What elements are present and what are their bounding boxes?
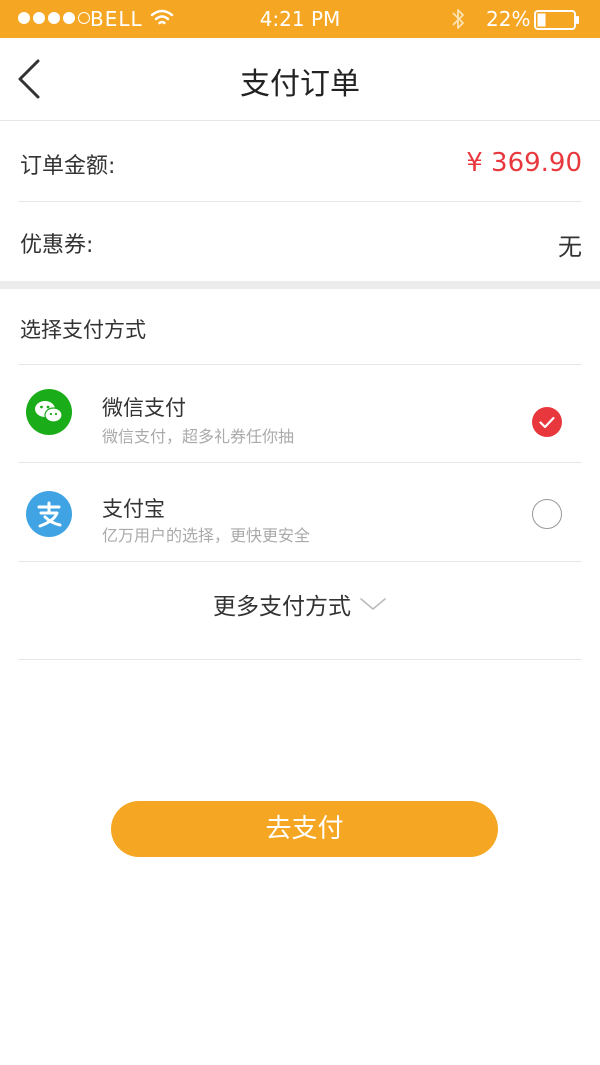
payment-name: 微信支付	[102, 396, 186, 420]
more-payment-methods-button[interactable]: 更多支付方式	[0, 587, 600, 621]
order-amount-label: 订单金额:	[20, 154, 116, 179]
order-amount-row: 订单金额: ¥ 369.90	[18, 122, 582, 202]
page-title: 支付订单	[240, 67, 360, 102]
nav-bar: 支付订单	[0, 38, 600, 121]
coupon-label: 优惠券:	[20, 233, 94, 258]
order-amount-value: ¥ 369.90	[466, 148, 582, 178]
payment-option-alipay[interactable]: 支付宝 亿万用户的选择，更快更安全	[18, 463, 582, 559]
divider	[18, 659, 582, 660]
divider	[18, 561, 582, 562]
battery-percentage: 22%	[486, 7, 531, 31]
payment-description: 微信支付，超多礼券任你抽	[102, 427, 295, 446]
chevron-down-icon	[360, 598, 386, 610]
battery-icon	[534, 10, 580, 35]
radio-unselected[interactable]	[532, 499, 562, 529]
status-bar: BELL 4:21 PM 22%	[0, 0, 600, 38]
pay-button[interactable]: 去支付	[111, 801, 498, 857]
bluetooth-icon	[450, 6, 466, 37]
section-divider	[0, 281, 600, 289]
checkmark-icon	[539, 416, 555, 429]
payment-name: 支付宝	[102, 497, 165, 521]
coupon-value: 无	[558, 233, 582, 261]
payment-description: 亿万用户的选择，更快更安全	[102, 526, 311, 545]
radio-selected[interactable]	[532, 407, 562, 437]
more-payment-methods-label: 更多支付方式	[213, 594, 351, 620]
payment-section-title: 选择支付方式	[20, 318, 146, 342]
coupon-row[interactable]: 优惠券: 无	[18, 203, 582, 281]
wechat-icon	[26, 389, 72, 435]
payment-option-wechat[interactable]: 微信支付 微信支付，超多礼券任你抽	[18, 365, 582, 461]
alipay-icon	[26, 491, 72, 537]
